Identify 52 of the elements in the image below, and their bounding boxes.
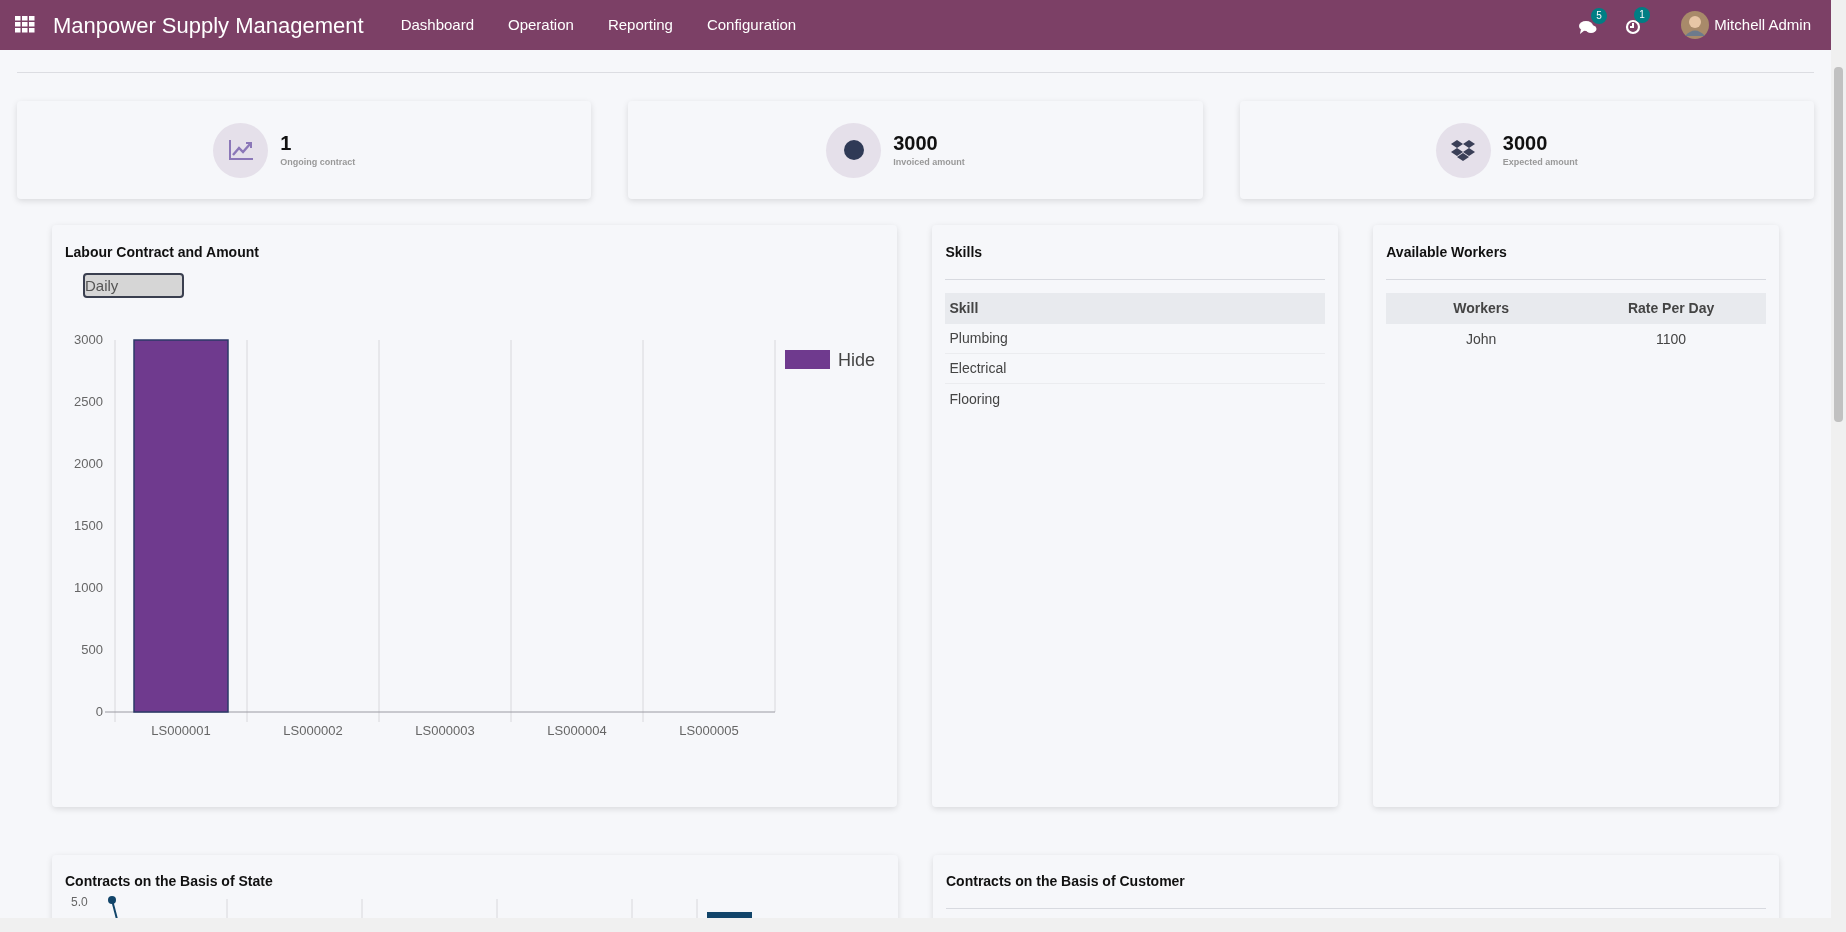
column-header: Workers (1452, 299, 1511, 318)
axis-tick-label: 1000 (74, 580, 103, 595)
notification-badge: 1 (1634, 7, 1650, 23)
stat-value: 3000 (893, 131, 939, 157)
stat-value: 1 (280, 131, 293, 157)
legend-swatch (785, 350, 830, 369)
panel-title: Contracts on the Basis of Customer (946, 871, 1766, 909)
menu-item[interactable]: Operation (491, 13, 591, 37)
stat-label: Ongoing contract (280, 156, 356, 170)
table-cell: Plumbing (945, 324, 1326, 354)
legend-label: Hide (838, 350, 875, 370)
axis-tick-label: 1500 (74, 518, 103, 533)
messages-button[interactable] (1579, 19, 1598, 35)
apps-grid-icon[interactable] (15, 16, 35, 34)
axis-category-label: LS000003 (415, 723, 475, 738)
notification-badge: 5 (1591, 7, 1607, 24)
menu-item[interactable]: Reporting (590, 13, 690, 37)
table-cell: Electrical (945, 354, 1326, 384)
axis-category-label: LS000004 (547, 723, 607, 738)
axis-tick-label: 0 (95, 704, 103, 719)
scrollbar-thumb[interactable] (1834, 67, 1843, 422)
panel-title: Skills (945, 242, 1326, 280)
table-cell-text: 1100 (1655, 329, 1688, 349)
stat-label: Invoiced amount (893, 156, 965, 170)
period-select[interactable]: Daily (83, 273, 184, 298)
panel-title: Available Workers (1386, 242, 1766, 280)
axis-category-label: LS000001 (151, 723, 211, 738)
line-chart-icon (227, 139, 254, 161)
stat-label: Expected amount (1502, 156, 1578, 170)
chart-title: Contracts on the Basis of State (65, 872, 274, 891)
menu-item[interactable]: Configuration (689, 13, 814, 37)
stat-value: 3000 (1502, 131, 1549, 157)
column-header: Skill (945, 293, 1326, 324)
table-cell-text: Flooring (948, 389, 1002, 409)
user-avatar[interactable] (1681, 11, 1710, 39)
menu-item[interactable]: Dashboard (383, 13, 491, 37)
user-name[interactable]: Mitchell Admin (1714, 13, 1811, 37)
axis-tick-label: 2500 (74, 394, 103, 409)
app-title: Manpower Supply Management (53, 11, 364, 40)
chart-title: Labour Contract and Amount (65, 243, 260, 262)
axis-tick-label: 3000 (74, 332, 103, 347)
axis-tick-label: 2000 (74, 456, 103, 471)
box-icon (1451, 139, 1476, 161)
axis-tick-label: 5.0 (71, 894, 88, 911)
column-header: Rate Per Day (1626, 299, 1716, 318)
axis-tick-label: 500 (81, 642, 103, 657)
clock-icon (1625, 19, 1642, 35)
axis-category-label: LS000005 (679, 723, 739, 738)
table-cell-text: John (1465, 329, 1498, 349)
chat-icon (1579, 19, 1598, 35)
activities-button[interactable] (1625, 19, 1642, 35)
axis-category-label: LS000002 (283, 723, 343, 738)
